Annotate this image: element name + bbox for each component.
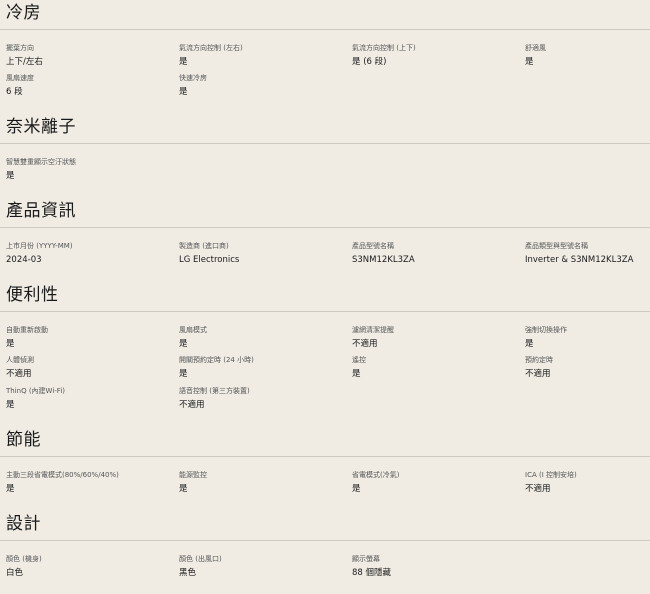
spec-swing-direction: 擺葉方向 上下/左右 [6,43,176,68]
spec-label: 遙控 [352,356,366,364]
spec-label: 主動三段省電模式(80%/60%/40%) [6,471,119,479]
spec-filter-reminder: 濾網清潔提醒 不適用 [352,325,522,350]
section-divider [0,311,650,312]
spec-value: 2024-03 [6,255,42,265]
spec-label: ThinQ (內建Wi-Fi) [6,387,65,395]
spec-value: 黑色 [179,568,197,578]
spec-label: 顏色 (機身) [6,555,42,563]
spec-airflow-ud: 氣流方向控制 (上下) 是 (6 段) [352,43,522,68]
spec-value: Inverter & S3NM12KL3ZA [525,255,634,265]
spec-label: 顯示螢幕 [352,555,380,563]
spec-label: 智慧雙重顯示空汙狀態 [6,158,76,166]
spec-comfort-air: 舒適風 是 [525,43,650,68]
spec-value: 是 [179,484,188,494]
spec-active-energy-mode: 主動三段省電模式(80%/60%/40%) 是 [6,470,176,495]
spec-label: 氣流方向控制 (左右) [179,44,243,52]
spec-label: 氣流方向控制 (上下) [352,44,416,52]
spec-label: 語音控制 (第三方裝置) [179,387,250,395]
section-divider [0,540,650,541]
spec-value: 上下/左右 [6,57,43,67]
spec-label: 風扇模式 [179,326,207,334]
spec-label: 上市月份 (YYYY-MM) [6,242,73,250]
spec-air-quality-display: 智慧雙重顯示空汙狀態 是 [6,157,176,182]
spec-value: 是 [352,484,361,494]
spec-label: 自動重新啟動 [6,326,48,334]
section-divider [0,29,650,30]
spec-forced-operation: 強制切換操作 是 [525,325,650,350]
section-title: 奈米離子 [6,117,76,137]
spec-value: 是 (6 段) [352,57,387,67]
spec-label: 開關預約定時 (24 小時) [179,356,254,364]
spec-value: S3NM12KL3ZA [352,255,415,265]
spec-auto-restart: 自動重新啟動 是 [6,325,176,350]
spec-label: 風扇速度 [6,74,34,82]
spec-value: 白色 [6,568,24,578]
section-divider [0,143,650,144]
spec-remote-control: 遙控 是 [352,355,522,380]
spec-value: LG Electronics [179,255,240,265]
spec-label: 擺葉方向 [6,44,34,52]
spec-body-color: 顏色 (機身) 白色 [6,554,176,579]
spec-label: 人體偵測 [6,356,34,364]
spec-fast-cooling: 快速冷房 是 [179,73,349,98]
spec-value: 不適用 [179,400,205,410]
spec-vent-color: 顏色 (出風口) 黑色 [179,554,349,579]
section-title: 便利性 [6,285,59,305]
spec-model-name: 產品型號名稱 S3NM12KL3ZA [352,241,522,266]
spec-label: 能源監控 [179,471,207,479]
spec-value: 是 [6,339,15,349]
spec-energy-saving-cooling: 省電模式(冷氣) 是 [352,470,522,495]
spec-value: 不適用 [6,369,32,379]
spec-label: 省電模式(冷氣) [352,471,400,479]
spec-label: 產品型號名稱 [352,242,394,250]
section-title: 冷房 [6,3,41,23]
spec-energy-monitoring: 能源監控 是 [179,470,349,495]
section-title: 節能 [6,430,41,450]
spec-label: 產品類型與型號名稱 [525,242,588,250]
spec-fan-mode: 風扇模式 是 [179,325,349,350]
spec-timer: 預約定時 不適用 [525,355,650,380]
spec-value: 不適用 [525,369,551,379]
spec-label: 預約定時 [525,356,553,364]
spec-product-type: 產品類型與型號名稱 Inverter & S3NM12KL3ZA [525,241,650,266]
spec-value: 不適用 [525,484,551,494]
spec-airflow-lr: 氣流方向控制 (左右) 是 [179,43,349,68]
spec-human-detection: 人體偵測 不適用 [6,355,176,380]
spec-manufacturer: 製造商 (進口商) LG Electronics [179,241,349,266]
spec-label: 快速冷房 [179,74,207,82]
spec-value: 88 個隱藏 [352,568,392,578]
spec-thinq-wifi: ThinQ (內建Wi-Fi) 是 [6,386,176,411]
spec-value: 是 [525,339,534,349]
section-divider [0,227,650,228]
spec-label: 顏色 (出風口) [179,555,222,563]
spec-value: 是 [6,171,15,181]
spec-value: 是 [525,57,534,67]
section-divider [0,456,650,457]
section-title: 設計 [6,514,41,534]
spec-value: 6 段 [6,87,23,97]
spec-fan-speed: 風扇速度 6 段 [6,73,176,98]
spec-display: 顯示螢幕 88 個隱藏 [352,554,522,579]
spec-ica: ICA (I 控制安培) 不適用 [525,470,650,495]
spec-value: 是 [179,57,188,67]
spec-release-month: 上市月份 (YYYY-MM) 2024-03 [6,241,176,266]
section-title: 產品資訊 [6,201,76,221]
spec-value: 是 [352,369,361,379]
spec-value: 是 [179,369,188,379]
spec-value: 是 [179,339,188,349]
spec-label: 舒適風 [525,44,546,52]
spec-value: 是 [6,484,15,494]
spec-value: 不適用 [352,339,378,349]
spec-value: 是 [179,87,188,97]
spec-label: ICA (I 控制安培) [525,471,577,479]
spec-label: 濾網清潔提醒 [352,326,394,334]
spec-label: 強制切換操作 [525,326,567,334]
spec-label: 製造商 (進口商) [179,242,229,250]
spec-24h-timer: 開關預約定時 (24 小時) 是 [179,355,349,380]
spec-value: 是 [6,400,15,410]
spec-voice-control: 語音控制 (第三方裝置) 不適用 [179,386,349,411]
